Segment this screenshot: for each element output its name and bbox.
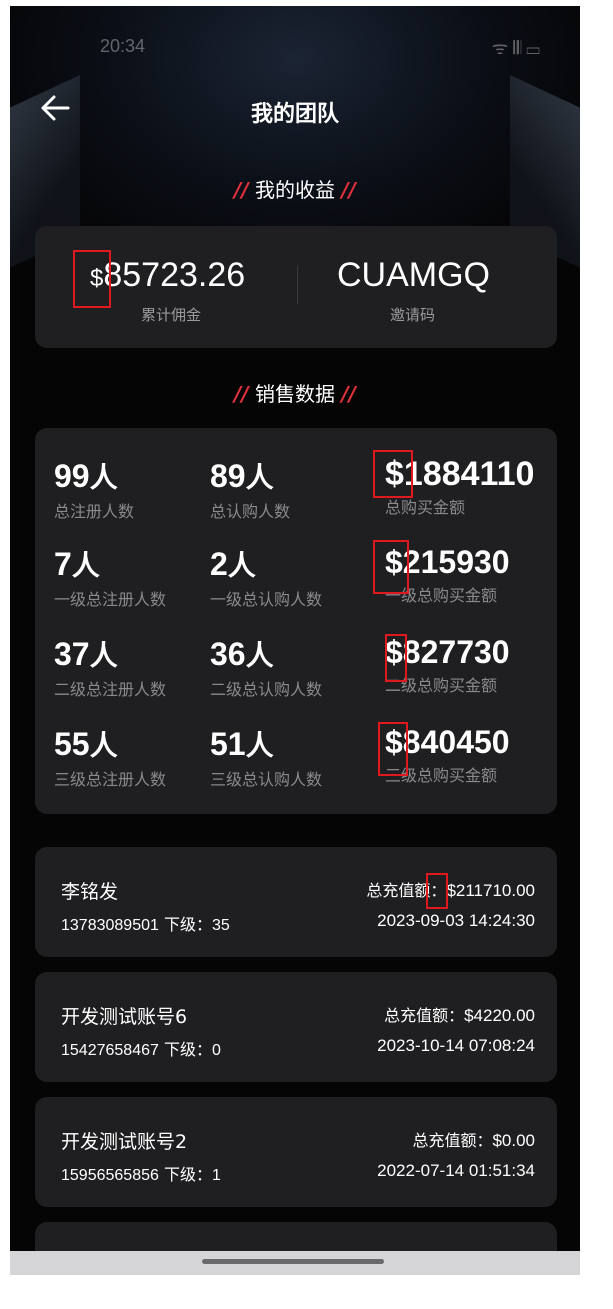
sub-count: 1: [212, 1167, 221, 1184]
member-phone: 13783089501: [61, 917, 159, 934]
total-registered-stat: 99人 总注册人数: [54, 458, 134, 522]
stat-label: 一级总注册人数: [54, 590, 167, 609]
earnings-section-title: // 我的收益 //: [10, 174, 580, 203]
member-name: 开发测试账号2: [61, 1131, 188, 1153]
commission-value: 85723.26: [103, 256, 246, 294]
invite-code-label: 邀请码: [390, 306, 436, 324]
level1-subscribed-stat: 2人 一级总认购人数: [210, 546, 322, 610]
page-title: 我的团队: [250, 102, 339, 127]
level3-subscribed-stat: 51人 三级总认购人数: [210, 726, 322, 790]
highlight-box: [378, 722, 408, 776]
unit-label: 人: [245, 461, 274, 494]
member-time: 2023-10-14 07:08:24: [377, 1036, 535, 1055]
stat-value: 2: [210, 546, 228, 582]
member-phone-line: 15956565856 下级：1: [61, 1161, 221, 1185]
level1-registered-stat: 7人 一级总注册人数: [54, 546, 166, 610]
stat-label: 二级总认购人数: [210, 680, 323, 699]
total-subscribed-stat: 89人 总认购人数: [210, 458, 290, 522]
unit-label: 人: [89, 729, 118, 762]
stat-label: 三级总认购人数: [210, 770, 323, 789]
stat-value: 7: [54, 546, 72, 582]
highlight-box: [73, 250, 111, 308]
title-slash-left: //: [234, 382, 249, 406]
sales-title-text: 销售数据: [255, 382, 335, 406]
sub-label: 下级：: [163, 1040, 212, 1059]
signal-icon: ᯤ 𝄃𝄃 ▭: [491, 38, 540, 58]
stat-value: 36: [210, 636, 246, 672]
unit-label: 人: [245, 729, 274, 762]
unit-label: 人: [89, 639, 118, 672]
stat-label: 总注册人数: [54, 502, 135, 521]
earnings-divider: [297, 266, 298, 304]
level2-subscribed-stat: 36人 二级总认购人数: [210, 636, 322, 700]
unit-label: 人: [227, 549, 256, 582]
stat-value: 99: [54, 458, 90, 494]
commission-label: 累计佣金: [141, 306, 202, 324]
member-card[interactable]: 开发测试账号2 15956565856 下级：1 总充值额：$0.00 2022…: [35, 1097, 557, 1207]
member-card[interactable]: 开发测试账号6 15427658467 下级：0 总充值额：$4220.00 2…: [35, 972, 557, 1082]
phone-screen: 20:34 ᯤ 𝄃𝄃 ▭ 我的团队 // 我的收益 // $85723.26 累…: [10, 6, 580, 1275]
unit-label: 人: [89, 461, 118, 494]
sub-label: 下级：: [163, 915, 212, 934]
highlight-box: [373, 450, 413, 498]
member-card[interactable]: 李铭发 13783089501 下级：35 总充值额：$211710.00 20…: [35, 847, 557, 957]
sales-section-title: // 销售数据 //: [10, 378, 580, 407]
stat-label: 二级总注册人数: [54, 680, 167, 699]
total-label: 总充值额：: [412, 1131, 493, 1150]
status-bar: 20:34 ᯤ 𝄃𝄃 ▭: [100, 36, 540, 62]
highlight-box: [385, 634, 407, 682]
member-time: 2023-09-03 14:24:30: [377, 911, 535, 930]
member-name: 李铭发: [61, 881, 119, 903]
level3-registered-stat: 55人 三级总注册人数: [54, 726, 166, 790]
unit-label: 人: [71, 549, 100, 582]
home-indicator[interactable]: [202, 1259, 384, 1264]
member-name: 开发测试账号6: [61, 1006, 188, 1028]
stat-value: 55: [54, 726, 90, 762]
member-phone-line: 15427658467 下级：0: [61, 1036, 221, 1060]
sub-label: 下级：: [163, 1165, 212, 1184]
highlight-box: [373, 540, 409, 594]
member-time: 2022-07-14 01:51:34: [377, 1161, 535, 1180]
sub-count: 0: [212, 1042, 221, 1059]
sub-count: 35: [212, 917, 230, 934]
member-total: 总充值额：$211710.00: [366, 877, 535, 901]
member-phone-line: 13783089501 下级：35: [61, 911, 230, 935]
total-amount: $4220.00: [464, 1006, 535, 1025]
stat-value: 37: [54, 636, 90, 672]
title-slash-right: //: [341, 382, 356, 406]
commission-amount: $85723.26: [90, 256, 245, 295]
unit-label: 人: [245, 639, 274, 672]
stat-value: 89: [210, 458, 246, 494]
member-total: 总充值额：$4220.00: [384, 1002, 535, 1026]
member-total: 总充值额：$0.00: [412, 1127, 535, 1151]
member-phone: 15956565856: [61, 1167, 159, 1184]
stat-value: 51: [210, 726, 246, 762]
title-slash-left: //: [234, 178, 249, 202]
total-amount: $211710.00: [446, 881, 535, 900]
stat-label: 三级总注册人数: [54, 770, 167, 789]
total-amount: $0.00: [492, 1131, 535, 1150]
highlight-box: [426, 873, 448, 909]
stat-label: 总认购人数: [210, 502, 291, 521]
title-slash-right: //: [341, 178, 356, 202]
navigation-bar: [10, 1251, 580, 1275]
earnings-title-text: 我的收益: [255, 178, 335, 202]
member-phone: 15427658467: [61, 1042, 159, 1059]
sales-card: 99人 总注册人数 89人 总认购人数 $1884110 总购买金额 7人 一级…: [35, 428, 557, 814]
earnings-card: $85723.26 累计佣金 CUAMGQ 邀请码: [35, 226, 557, 348]
level2-registered-stat: 37人 二级总注册人数: [54, 636, 166, 700]
stat-label: 一级总认购人数: [210, 590, 323, 609]
total-label: 总充值额：: [384, 1006, 465, 1025]
invite-code[interactable]: CUAMGQ: [337, 256, 490, 295]
status-time: 20:34: [100, 36, 146, 56]
